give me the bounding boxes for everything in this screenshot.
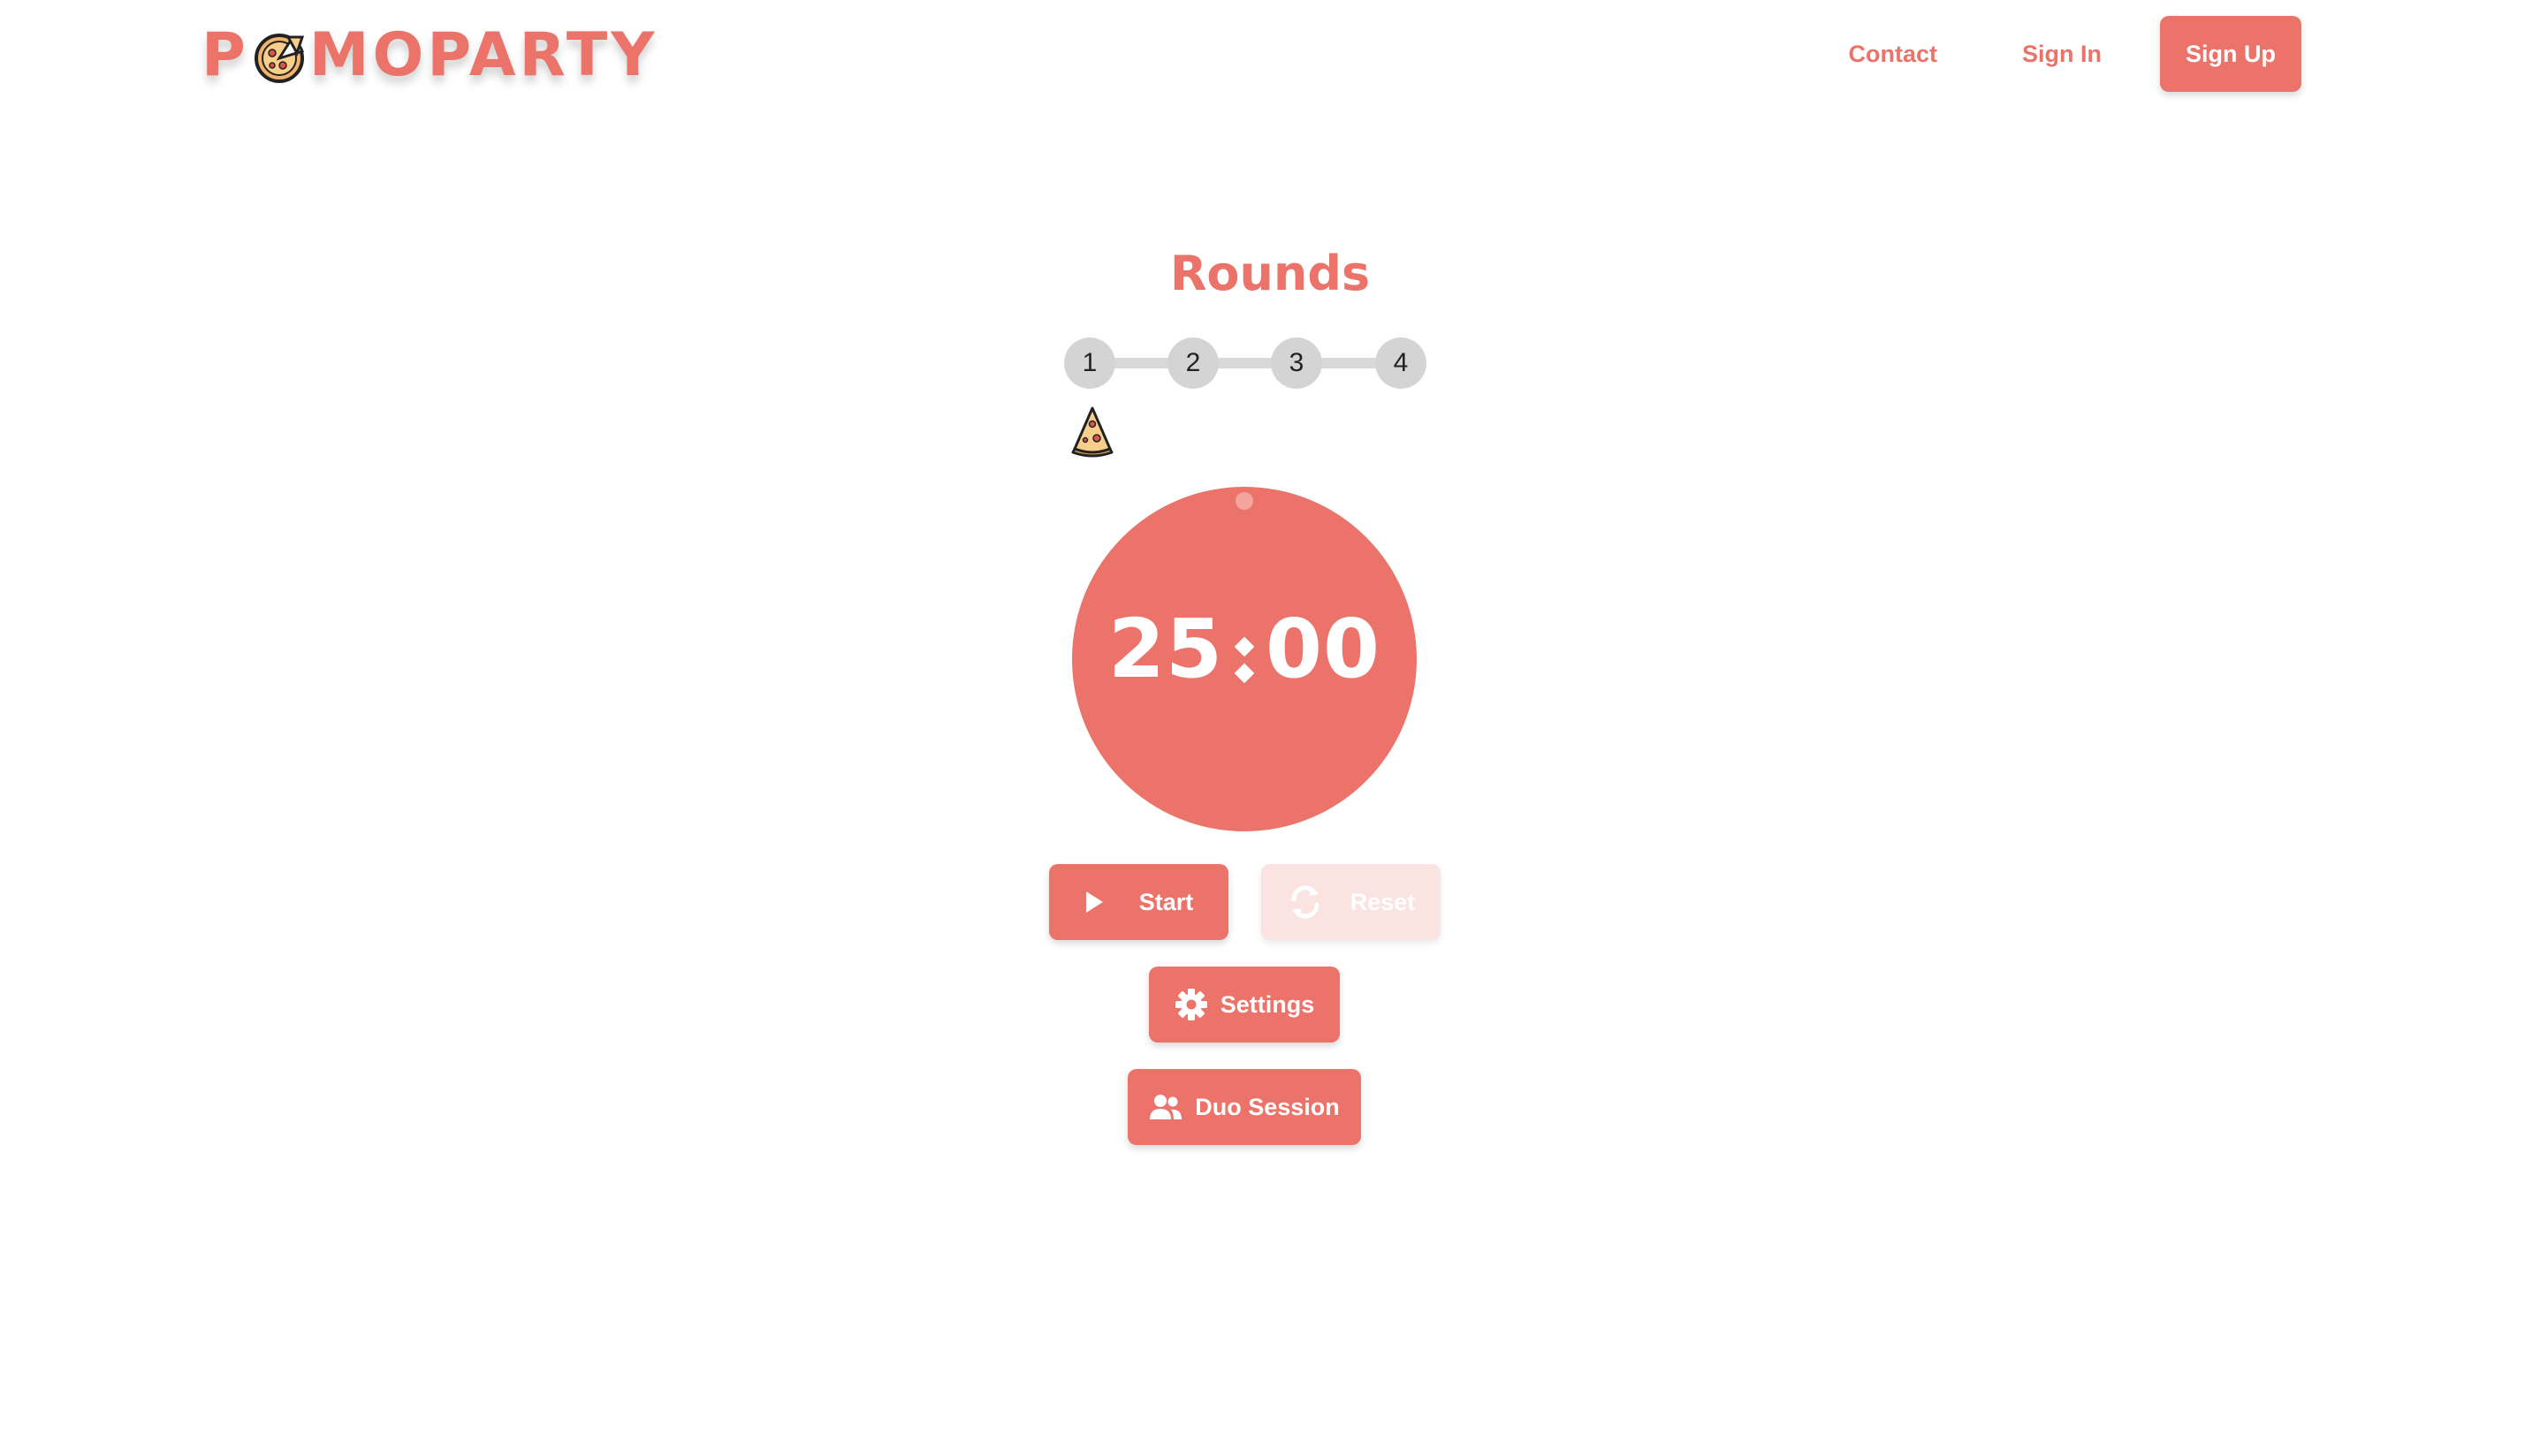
duo-session-button[interactable]: Duo Session xyxy=(1128,1069,1361,1145)
reset-button-label: Reset xyxy=(1350,888,1416,915)
settings-button-label: Settings xyxy=(1220,990,1315,1018)
top-nav: Contact Sign In Sign Up xyxy=(1849,16,2301,92)
round-step-4: 4 xyxy=(1375,337,1426,389)
logo-text-end: MOPARTY xyxy=(308,19,658,90)
start-button-label: Start xyxy=(1138,888,1194,915)
timer-text: 25 00 xyxy=(1072,609,1417,690)
gear-icon xyxy=(1175,989,1207,1020)
reset-button[interactable]: Reset xyxy=(1261,864,1441,940)
sign-up-button[interactable]: Sign Up xyxy=(2160,16,2301,92)
refresh-icon xyxy=(1291,885,1319,919)
pizza-icon xyxy=(253,30,306,83)
rounds-title: Rounds xyxy=(1169,246,1371,301)
users-icon xyxy=(1150,1095,1183,1119)
timer-display: 25 00 xyxy=(1072,487,1417,831)
round-step-3: 3 xyxy=(1271,337,1322,389)
timer-separator xyxy=(1234,619,1255,701)
duo-session-button-label: Duo Session xyxy=(1195,1093,1340,1120)
timer-minutes: 25 xyxy=(1107,602,1223,696)
timer-progress-dot xyxy=(1236,492,1253,510)
contact-link[interactable]: Contact xyxy=(1849,41,1938,68)
sign-in-link[interactable]: Sign In xyxy=(2022,41,2102,68)
start-button[interactable]: Start xyxy=(1049,864,1228,940)
app-page: P MOPARTY Contact Sign In Sign Up Rounds… xyxy=(0,0,2540,1456)
play-icon xyxy=(1085,891,1103,913)
round-step-1: 1 xyxy=(1064,337,1115,389)
timer-seconds: 00 xyxy=(1266,602,1381,696)
logo-text-start: P xyxy=(202,19,249,90)
logo[interactable]: P MOPARTY xyxy=(202,19,658,90)
round-step-2: 2 xyxy=(1167,337,1219,389)
settings-button[interactable]: Settings xyxy=(1149,967,1340,1043)
pizza-slice-icon xyxy=(1069,405,1115,458)
rounds-track-line xyxy=(1090,358,1401,368)
rounds-progress: 1 2 3 4 xyxy=(1064,337,1426,389)
